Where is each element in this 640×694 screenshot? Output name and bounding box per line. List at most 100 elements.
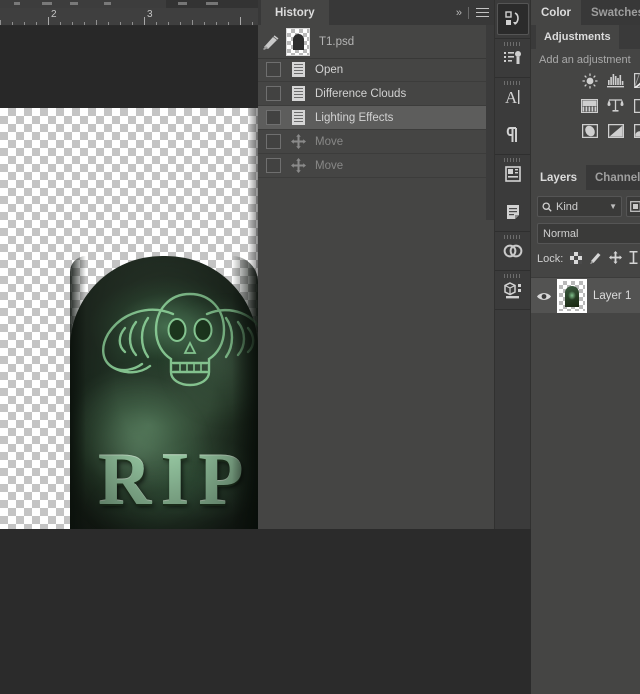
- dock-item-creative-cloud[interactable]: [495, 232, 531, 270]
- horizontal-ruler[interactable]: 23: [0, 8, 258, 26]
- channel-mixer-icon[interactable]: [607, 123, 624, 138]
- history-item[interactable]: Difference Clouds: [258, 82, 495, 106]
- options-bar-item: [42, 2, 52, 5]
- layer-thumbnail[interactable]: [557, 279, 587, 313]
- history-brush-icon[interactable]: [258, 34, 284, 50]
- search-icon: [542, 201, 552, 212]
- adjustment-icon-grid: [581, 73, 640, 148]
- actions-panel-icon[interactable]: [503, 49, 523, 67]
- ruler-label: 2: [51, 9, 57, 20]
- history-snapshot-toggle[interactable]: [266, 110, 281, 125]
- curves-icon[interactable]: [633, 73, 640, 88]
- tab-channels[interactable]: Channels: [586, 165, 640, 190]
- exposure-icon[interactable]: [581, 98, 598, 113]
- tab-color[interactable]: Color: [531, 0, 582, 25]
- options-bar[interactable]: [0, 0, 258, 8]
- options-bar-tool-section: [0, 0, 166, 8]
- history-item-label: Open: [315, 63, 344, 76]
- canvas-area[interactable]: RIP: [0, 26, 258, 529]
- photo-filter-icon[interactable]: [581, 123, 598, 138]
- right-panel-column: Color Swatches Adjustments Add an adjust…: [531, 0, 640, 694]
- lock-transparent-pixels-icon[interactable]: [570, 251, 583, 267]
- dock-item-paragraph[interactable]: [495, 116, 531, 154]
- ruler-tick: [84, 22, 85, 25]
- layer-filter-value: Kind: [556, 200, 579, 213]
- dock-item-notes[interactable]: [495, 193, 531, 231]
- black-and-white-icon[interactable]: [633, 98, 640, 113]
- ruler-tick: [216, 22, 217, 25]
- eye-icon[interactable]: [531, 291, 557, 302]
- panel-menu-icon[interactable]: [476, 8, 489, 17]
- 3d-panel-icon[interactable]: [503, 281, 523, 299]
- ruler-tick: [120, 22, 121, 25]
- vibrance-icon[interactable]: [607, 98, 624, 113]
- adjustment-row: [581, 98, 640, 113]
- dock-item-properties[interactable]: [495, 155, 531, 193]
- chevron-down-icon[interactable]: ▼: [609, 202, 617, 211]
- brightness-contrast-icon[interactable]: [581, 73, 598, 88]
- svg-text:A: A: [505, 88, 518, 107]
- dock-item-3d[interactable]: [495, 271, 531, 309]
- tab-layers[interactable]: Layers: [531, 165, 587, 190]
- ruler-tick: [12, 22, 13, 25]
- adjustment-row: [581, 73, 640, 88]
- dock-grip[interactable]: [504, 235, 522, 239]
- history-item[interactable]: Lighting Effects: [258, 106, 495, 130]
- history-snapshot-toggle[interactable]: [266, 158, 281, 173]
- options-bar-item: [104, 2, 111, 5]
- layer-row-layer-1[interactable]: Layer 1: [531, 277, 640, 315]
- layers-tab-bar: Layers Channels: [531, 165, 640, 190]
- history-item[interactable]: Open: [258, 58, 495, 82]
- history-panel: History » T1.psd Open Difference Clouds …: [258, 0, 495, 529]
- dock-item-history[interactable]: [495, 0, 531, 38]
- options-bar-item: [206, 2, 218, 5]
- history-item-label: Difference Clouds: [315, 87, 407, 100]
- ruler-tick: [204, 22, 205, 25]
- dock-item-actions[interactable]: [495, 39, 531, 77]
- dock-grip[interactable]: [504, 81, 522, 85]
- history-snapshot-row[interactable]: T1.psd: [258, 25, 495, 59]
- dock-grip[interactable]: [504, 158, 522, 162]
- levels-icon[interactable]: [607, 73, 624, 88]
- ruler-tick: [144, 17, 145, 25]
- character-panel-icon[interactable]: A: [503, 87, 523, 107]
- layer-filter-kind-select[interactable]: Kind ▼: [537, 196, 622, 217]
- color-panel-tab-bar: Color Swatches: [531, 0, 640, 25]
- move-tool-icon: [286, 134, 310, 149]
- document-window[interactable]: 23: [0, 8, 258, 529]
- ruler-tick: [108, 22, 109, 25]
- dock-grip[interactable]: [504, 42, 522, 46]
- lock-artboard-icon[interactable]: [629, 251, 638, 267]
- tab-history[interactable]: History: [261, 0, 329, 25]
- creative-cloud-icon[interactable]: [502, 242, 524, 260]
- collapsed-panel-dock[interactable]: A: [495, 0, 531, 529]
- ruler-tick: [192, 20, 193, 25]
- tab-swatches[interactable]: Swatches: [581, 0, 640, 25]
- photoshop-window: 23 History » T1.psd Open Difference Clou…: [0, 0, 640, 694]
- history-snapshot-toggle[interactable]: [266, 134, 281, 149]
- filter-toggle-icon[interactable]: [626, 196, 640, 217]
- blend-mode-value: Normal: [543, 227, 579, 240]
- history-item[interactable]: Move: [258, 154, 495, 178]
- layer-name[interactable]: Layer 1: [593, 290, 631, 302]
- tombstone-vignette: [70, 256, 258, 529]
- lock-image-pixels-icon[interactable]: [589, 251, 602, 267]
- paragraph-panel-icon[interactable]: [504, 126, 522, 144]
- history-snapshot-toggle[interactable]: [266, 86, 281, 101]
- ruler-tick: [180, 22, 181, 25]
- history-item-list[interactable]: Open Difference Clouds Lighting Effects Mov…: [258, 58, 495, 178]
- blend-mode-select[interactable]: Normal: [537, 223, 640, 244]
- dock-item-character[interactable]: A: [495, 78, 531, 116]
- collapse-panel-icon[interactable]: »: [456, 7, 462, 19]
- dock-grip[interactable]: [504, 274, 522, 278]
- color-lookup-icon[interactable]: [633, 123, 640, 138]
- tab-adjustments[interactable]: Adjustments: [536, 25, 619, 49]
- history-panel-icon[interactable]: [497, 3, 529, 35]
- notes-panel-icon[interactable]: [504, 203, 522, 221]
- ruler-label: 3: [147, 9, 153, 20]
- lock-position-icon[interactable]: [609, 251, 623, 267]
- history-snapshot-toggle[interactable]: [266, 62, 281, 77]
- history-item[interactable]: Move: [258, 130, 495, 154]
- properties-panel-icon[interactable]: [504, 165, 522, 183]
- adjustments-panel: Adjustments Add an adjustment: [531, 25, 640, 165]
